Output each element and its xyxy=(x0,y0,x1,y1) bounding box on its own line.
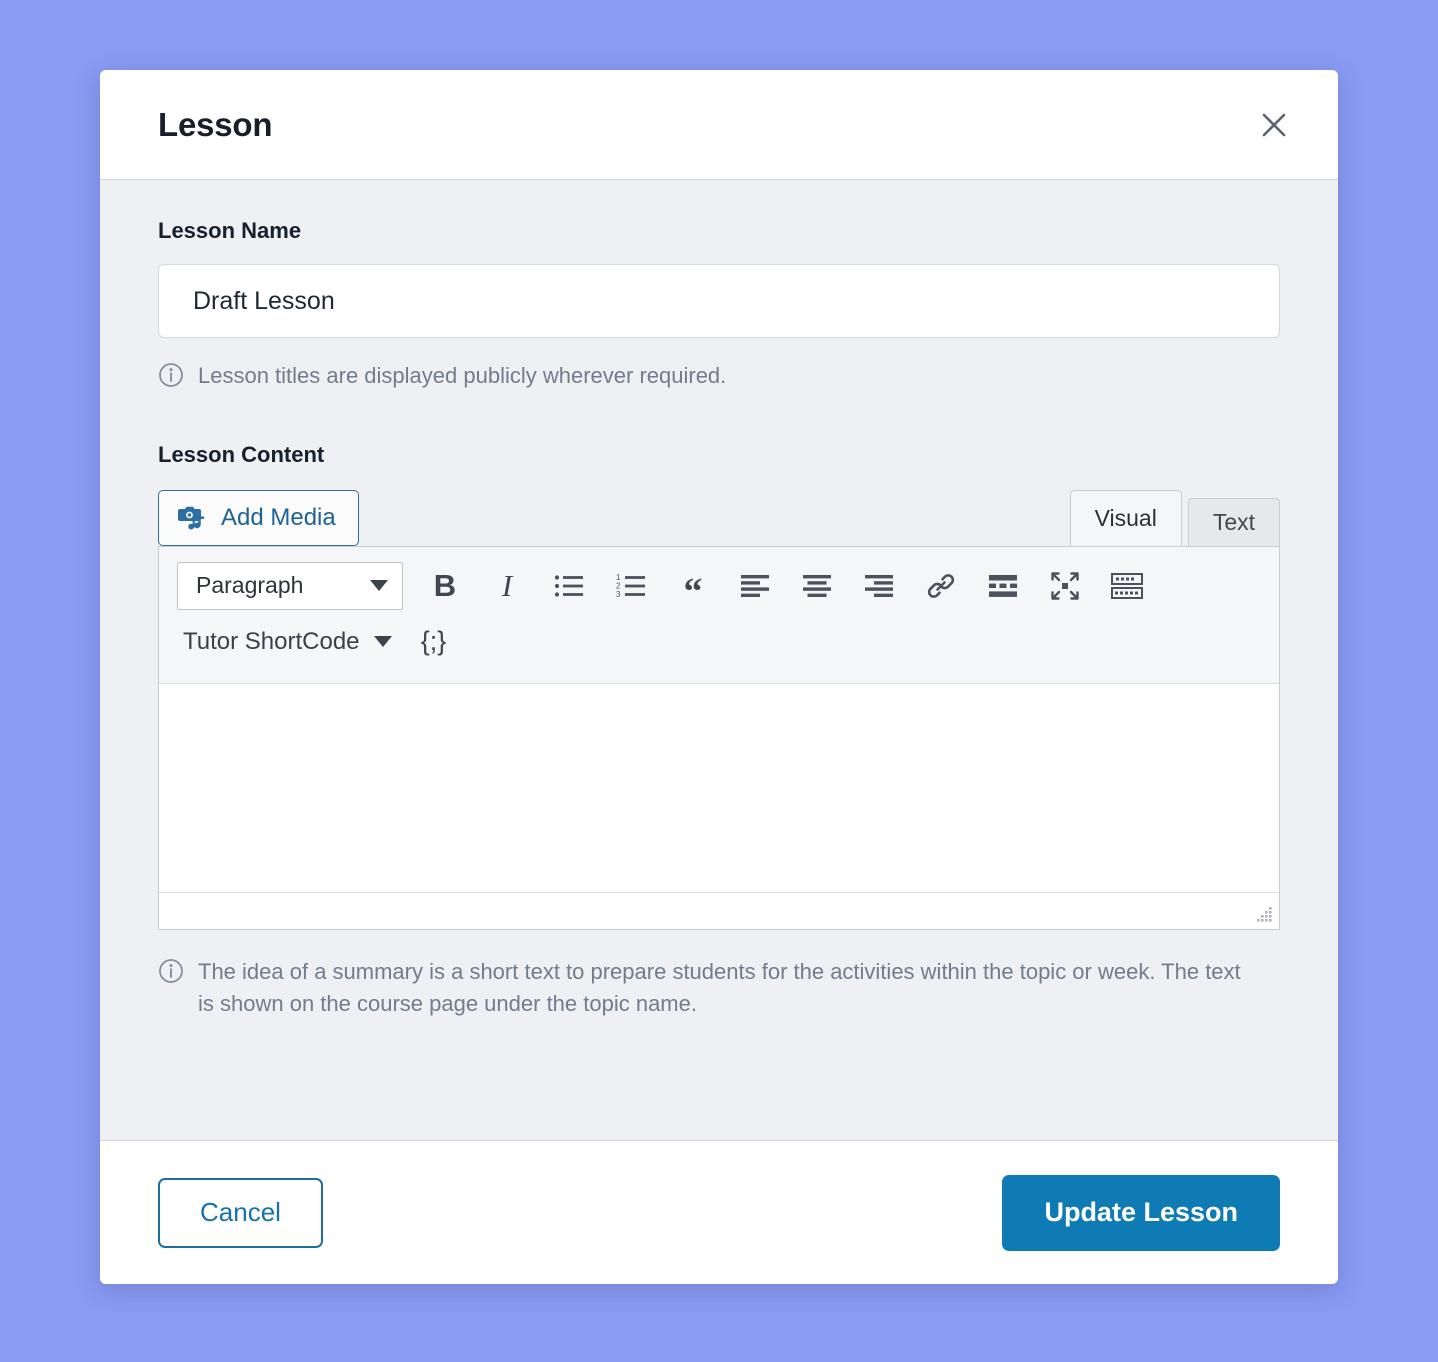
lesson-name-helper-text: Lesson titles are displayed publicly whe… xyxy=(198,363,727,388)
editor-frame: Paragraph B I 1 2 3 “ Tutor ShortCode {;… xyxy=(158,545,1280,930)
modal-header: Lesson xyxy=(100,70,1338,180)
editor-canvas[interactable] xyxy=(159,683,1279,893)
resize-grip-icon[interactable] xyxy=(1253,905,1273,925)
info-icon xyxy=(158,958,184,984)
lesson-modal: Lesson Lesson Name Lesson titles are dis… xyxy=(100,70,1338,1284)
add-media-label: Add Media xyxy=(221,503,336,531)
editor-top-row: Add Media Visual Text xyxy=(158,488,1280,546)
format-select[interactable]: Paragraph xyxy=(177,561,403,610)
svg-text:3: 3 xyxy=(616,590,621,599)
chevron-down-icon xyxy=(370,580,388,592)
lesson-name-label: Lesson Name xyxy=(158,218,302,243)
format-select-value: Paragraph xyxy=(196,572,304,599)
shortcode-code-icon[interactable]: {;} xyxy=(414,622,454,662)
toolbar-row-secondary: Tutor ShortCode {;} xyxy=(177,617,1261,667)
bulleted-list-icon[interactable] xyxy=(549,566,589,606)
cancel-button[interactable]: Cancel xyxy=(158,1177,323,1248)
lesson-content-helper: The idea of a summary is a short text to… xyxy=(158,956,1280,1020)
modal-footer: Cancel Update Lesson xyxy=(100,1140,1338,1284)
tab-visual[interactable]: Visual xyxy=(1069,489,1182,546)
tutor-shortcode-select[interactable]: Tutor ShortCode xyxy=(177,628,392,656)
align-left-icon[interactable] xyxy=(735,566,775,606)
tutor-shortcode-value: Tutor ShortCode xyxy=(183,627,360,655)
close-icon[interactable] xyxy=(1252,103,1296,147)
add-media-button[interactable]: Add Media xyxy=(158,489,359,546)
italic-icon[interactable]: I xyxy=(487,566,527,606)
editor-mode-tabs: Visual Text xyxy=(1069,488,1280,546)
read-more-icon[interactable] xyxy=(983,566,1023,606)
lesson-content-helper-text: The idea of a summary is a short text to… xyxy=(198,958,1241,1016)
lesson-name-input[interactable] xyxy=(158,264,1280,338)
align-center-icon[interactable] xyxy=(797,566,837,606)
lesson-content-label: Lesson Content xyxy=(158,441,325,467)
update-lesson-button[interactable]: Update Lesson xyxy=(1002,1174,1280,1251)
modal-body: Lesson Name Lesson titles are displayed … xyxy=(100,180,1338,1140)
media-camera-music-icon xyxy=(177,504,207,532)
chevron-down-icon xyxy=(373,636,392,648)
blockquote-icon[interactable]: “ xyxy=(673,566,713,611)
info-icon xyxy=(158,362,184,388)
tab-text[interactable]: Text xyxy=(1187,497,1280,546)
toolbar-toggle-icon[interactable] xyxy=(1107,566,1147,606)
insert-link-icon[interactable] xyxy=(921,566,961,606)
editor-statusbar xyxy=(159,892,1279,929)
lesson-name-helper: Lesson titles are displayed publicly whe… xyxy=(158,360,1280,392)
editor-toolbar: Paragraph B I 1 2 3 “ Tutor ShortCode {;… xyxy=(159,546,1279,684)
fullscreen-icon[interactable] xyxy=(1045,566,1085,606)
align-right-icon[interactable] xyxy=(859,566,899,606)
toolbar-row-primary: Paragraph B I 1 2 3 “ xyxy=(177,561,1261,611)
numbered-list-icon[interactable]: 1 2 3 xyxy=(611,566,651,606)
bold-icon[interactable]: B xyxy=(425,566,465,606)
page-title: Lesson xyxy=(158,105,273,143)
